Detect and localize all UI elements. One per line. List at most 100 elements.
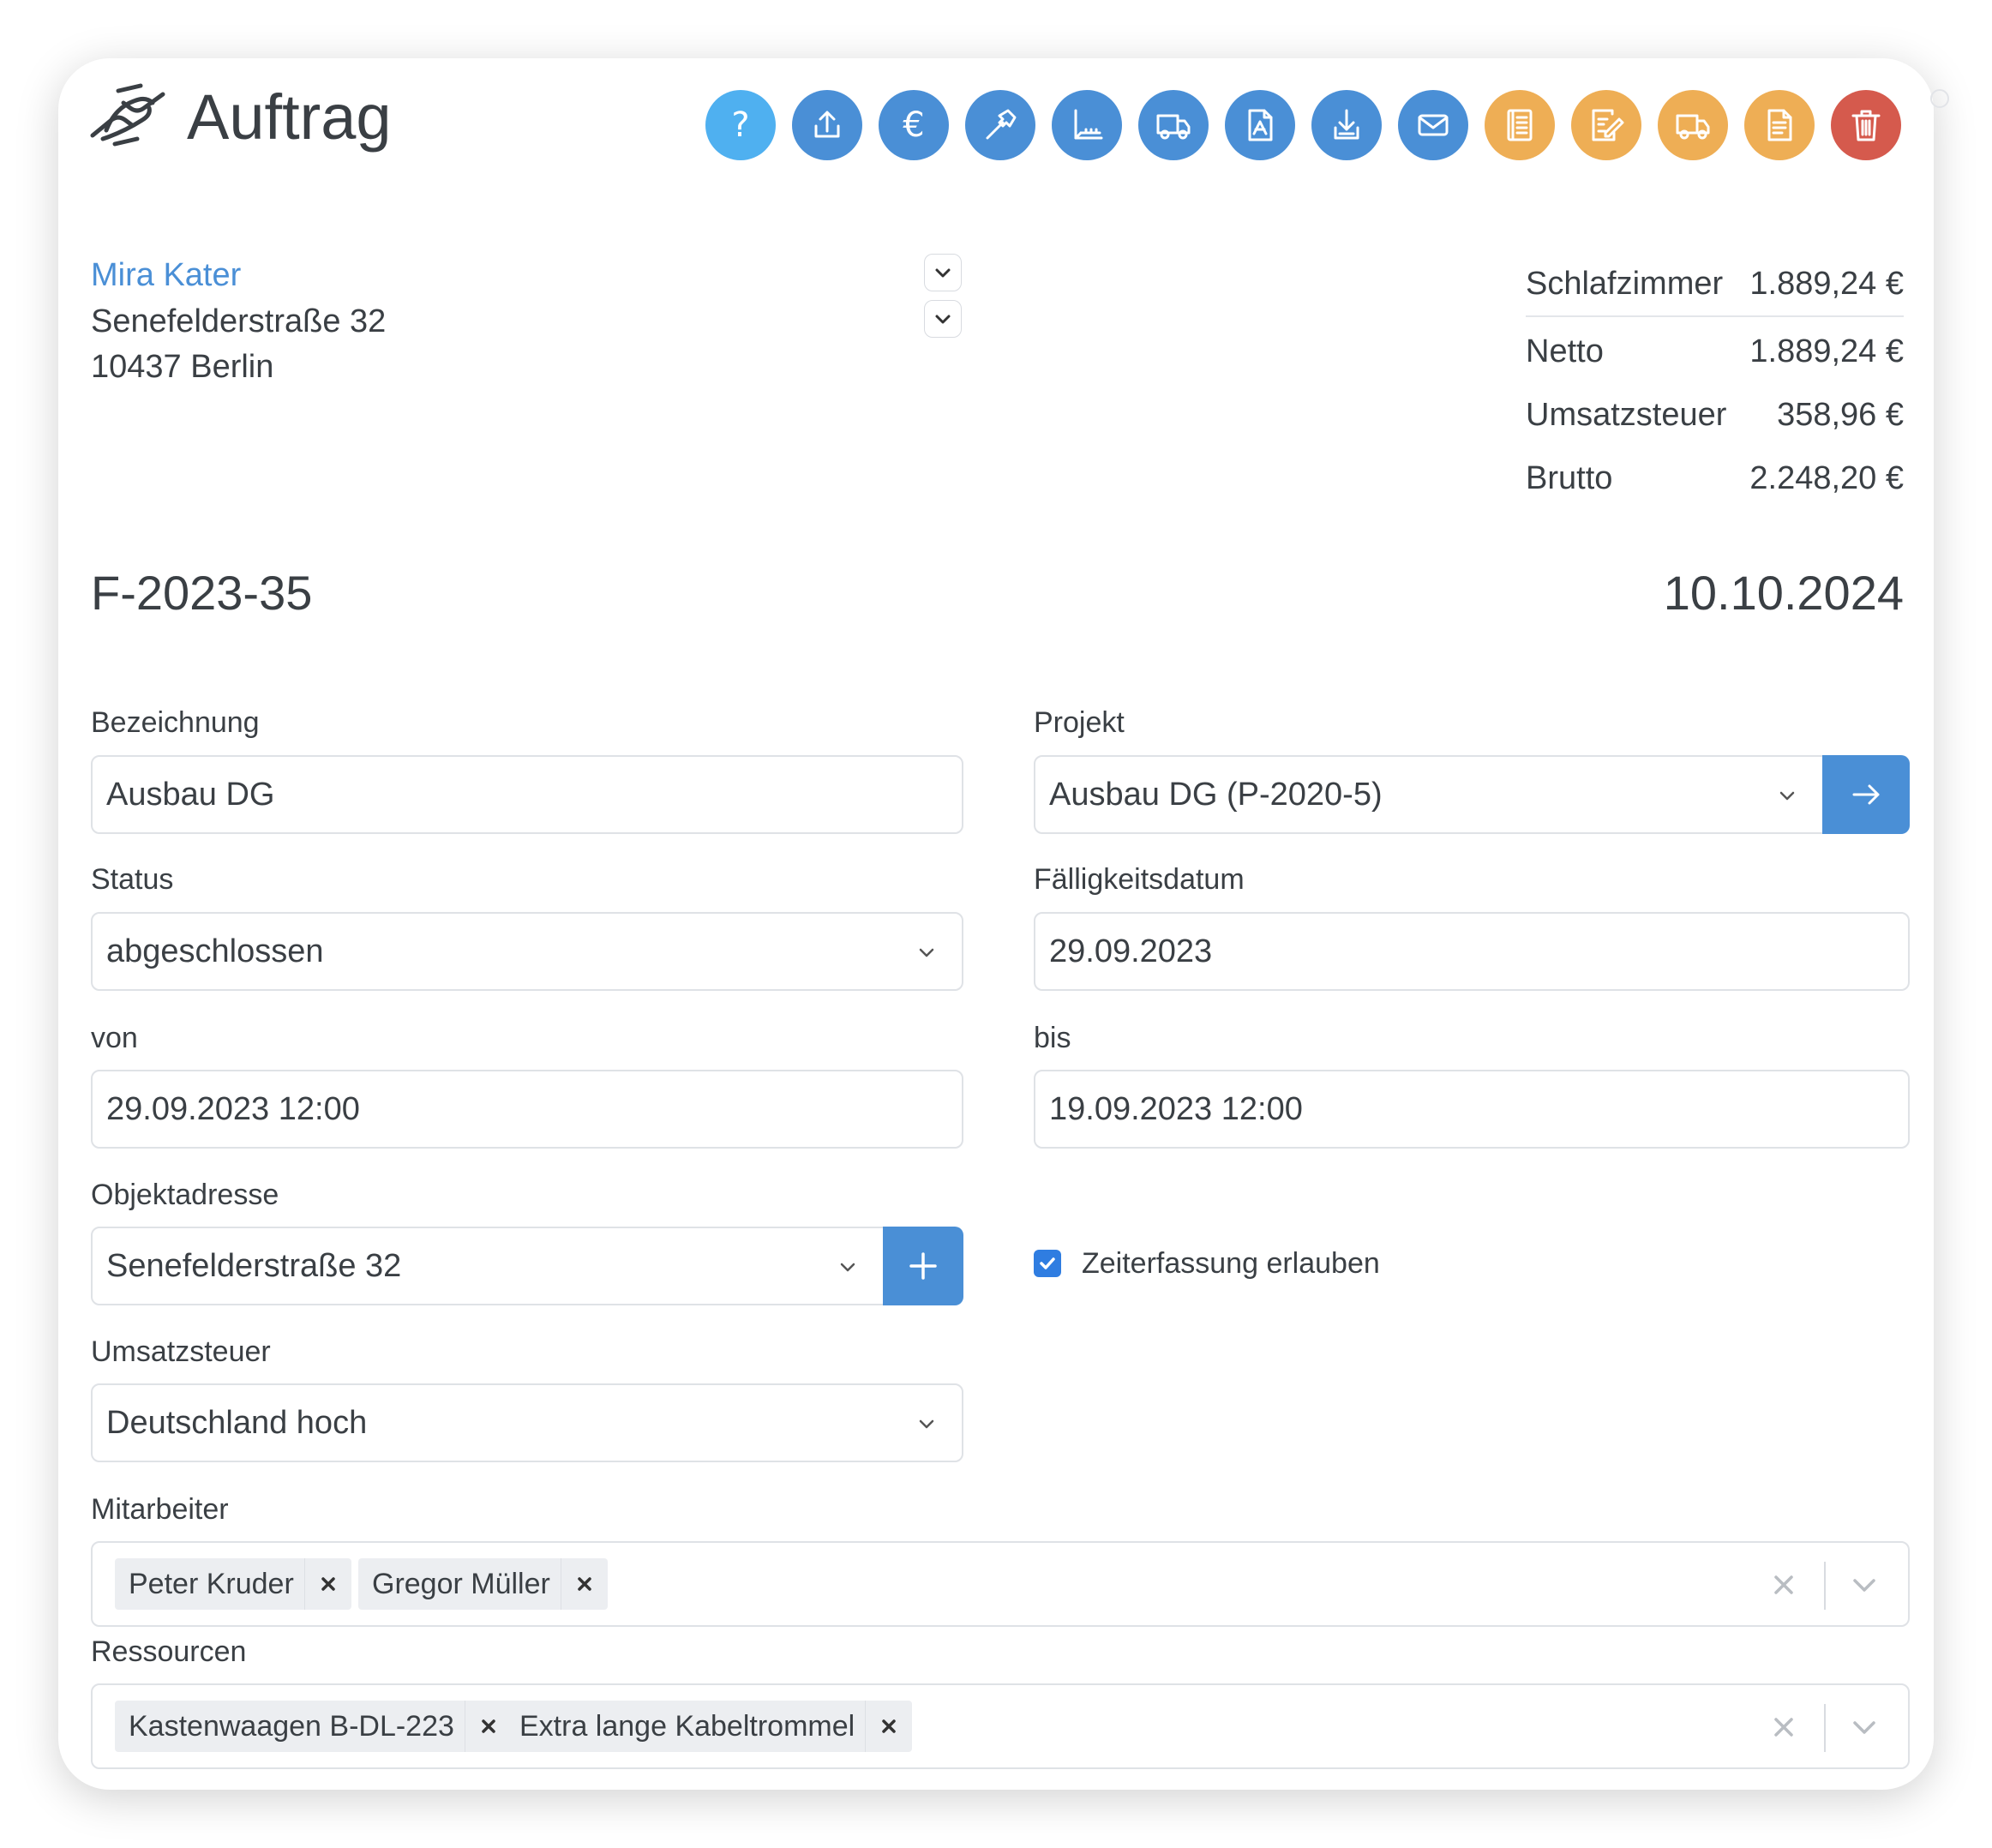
objektadresse-label: Objektadresse (91, 1179, 279, 1211)
truck-icon (1156, 114, 1191, 140)
objektadresse-value: Senefelderstraße 32 (106, 1248, 402, 1284)
document-number: F-2023-35 (91, 566, 313, 620)
chevron-down-icon (840, 1263, 855, 1272)
projekt-select[interactable]: Ausbau DG (P-2020-5) (1034, 755, 1824, 834)
document-date: 10.10.2024 (1663, 566, 1904, 620)
address-dropdown-button[interactable] (924, 300, 962, 338)
add-address-button[interactable] (883, 1227, 963, 1305)
mitarbeiter-chip: Peter Kruder (115, 1558, 351, 1610)
close-icon (882, 1719, 896, 1733)
close-icon (578, 1577, 591, 1591)
faellig-value: 29.09.2023 (1049, 933, 1213, 969)
brutto-label: Brutto (1526, 460, 1613, 496)
action-toolbar: ? € (705, 90, 1901, 160)
umsatzsteuer-label: Umsatzsteuer (91, 1335, 271, 1368)
remove-chip-button[interactable] (865, 1701, 912, 1752)
chevron-down-icon[interactable] (1850, 1572, 1879, 1598)
delivery-note-icon (1676, 114, 1710, 140)
ressource-chip: Extra lange Kabeltrommel (506, 1701, 913, 1752)
chevron-down-icon (935, 268, 951, 278)
brutto-value: 2.248,20 € (1749, 460, 1904, 496)
faellig-input[interactable]: 29.09.2023 (1034, 912, 1910, 991)
customer-name-link[interactable]: Mira Kater (91, 254, 241, 297)
netto-value: 1.889,24 € (1749, 333, 1904, 369)
chevron-down-icon[interactable] (1850, 1714, 1879, 1740)
email-button[interactable] (1398, 90, 1468, 160)
clear-all-icon[interactable] (1771, 1572, 1797, 1598)
status-label: Status (91, 863, 174, 896)
clear-all-icon[interactable] (1771, 1714, 1797, 1740)
payment-button[interactable]: € (879, 90, 949, 160)
download-icon (1334, 109, 1359, 140)
netto-label: Netto (1526, 333, 1604, 369)
help-button[interactable]: ? (705, 90, 776, 160)
trash-icon (1851, 110, 1881, 141)
measurement-button[interactable] (1052, 90, 1122, 160)
chip-label: Kastenwaagen B-DL-223 (129, 1709, 454, 1743)
customer-dropdown-button[interactable] (924, 254, 962, 291)
work-button[interactable] (965, 90, 1035, 160)
checkmark-icon (1040, 1257, 1055, 1269)
bezeichnung-value: Ausbau DG (106, 777, 275, 813)
delivery-note-button[interactable] (1658, 90, 1728, 160)
customer-city: 10437 Berlin (91, 349, 274, 385)
measure-icon (1074, 109, 1103, 140)
mitarbeiter-label: Mitarbeiter (91, 1493, 229, 1526)
chevron-down-icon (919, 1419, 934, 1429)
umsatzsteuer-select[interactable]: Deutschland hoch (91, 1383, 963, 1462)
tax-label: Umsatzsteuer (1526, 397, 1727, 433)
bis-input[interactable]: 19.09.2023 12:00 (1034, 1070, 1910, 1149)
von-input[interactable]: 29.09.2023 12:00 (91, 1070, 963, 1149)
projekt-label: Projekt (1034, 706, 1125, 739)
totals-divider (1526, 315, 1904, 317)
chip-label: Gregor Müller (372, 1567, 550, 1600)
document-icon (1507, 109, 1533, 141)
edit-document-icon (1592, 109, 1624, 141)
page-title: Auftrag (187, 81, 392, 153)
delete-button[interactable] (1831, 90, 1901, 160)
mitarbeiter-chip: Gregor Müller (358, 1558, 608, 1610)
separator (1824, 1562, 1826, 1610)
von-label: von (91, 1022, 138, 1054)
euro-icon: € (903, 105, 925, 145)
ressource-chip: Kastenwaagen B-DL-223 (115, 1701, 512, 1752)
pdf-button[interactable] (1225, 90, 1295, 160)
mail-icon (1418, 114, 1449, 136)
bezeichnung-input[interactable]: Ausbau DG (91, 755, 963, 834)
chip-label: Extra lange Kabeltrommel (519, 1709, 855, 1743)
ressourcen-multiselect[interactable]: Kastenwaagen B-DL-223 Extra lange Kabelt… (91, 1683, 1910, 1769)
close-icon (321, 1577, 335, 1591)
remove-chip-button[interactable] (464, 1701, 512, 1752)
hammer-icon (986, 109, 1017, 140)
scroll-indicator (1930, 89, 1949, 108)
open-project-button[interactable] (1822, 755, 1910, 834)
von-value: 29.09.2023 12:00 (106, 1091, 360, 1127)
chip-label: Peter Kruder (129, 1567, 294, 1600)
upload-button[interactable] (792, 90, 862, 160)
delivery-button[interactable] (1138, 90, 1209, 160)
tax-value: 358,96 € (1777, 397, 1904, 433)
objektadresse-select[interactable]: Senefelderstraße 32 (91, 1227, 885, 1305)
customer-street: Senefelderstraße 32 (91, 303, 387, 339)
zeiterfassung-checkbox[interactable] (1034, 1250, 1061, 1277)
remove-chip-button[interactable] (560, 1558, 608, 1610)
invoice-button[interactable] (1744, 90, 1815, 160)
separator (1824, 1704, 1826, 1752)
offer-button[interactable] (1485, 90, 1555, 160)
plus-icon (909, 1252, 937, 1280)
chevron-down-icon (1779, 791, 1795, 801)
remove-chip-button[interactable] (303, 1558, 351, 1610)
mitarbeiter-multiselect[interactable]: Peter Kruder Gregor Müller (91, 1541, 1910, 1627)
pdf-icon (1248, 109, 1273, 141)
group-total-label: Schlafzimmer (1526, 266, 1724, 302)
zeiterfassung-label[interactable]: Zeiterfassung erlauben (1082, 1245, 1380, 1282)
handshake-logo-icon (90, 83, 165, 147)
status-select[interactable]: abgeschlossen (91, 912, 963, 991)
status-value: abgeschlossen (106, 933, 324, 969)
arrow-right-icon (1852, 784, 1880, 805)
close-icon (482, 1719, 495, 1733)
download-button[interactable] (1311, 90, 1382, 160)
invoice-icon (1767, 109, 1792, 141)
ressourcen-label: Ressourcen (91, 1635, 247, 1668)
edit-document-button[interactable] (1571, 90, 1641, 160)
